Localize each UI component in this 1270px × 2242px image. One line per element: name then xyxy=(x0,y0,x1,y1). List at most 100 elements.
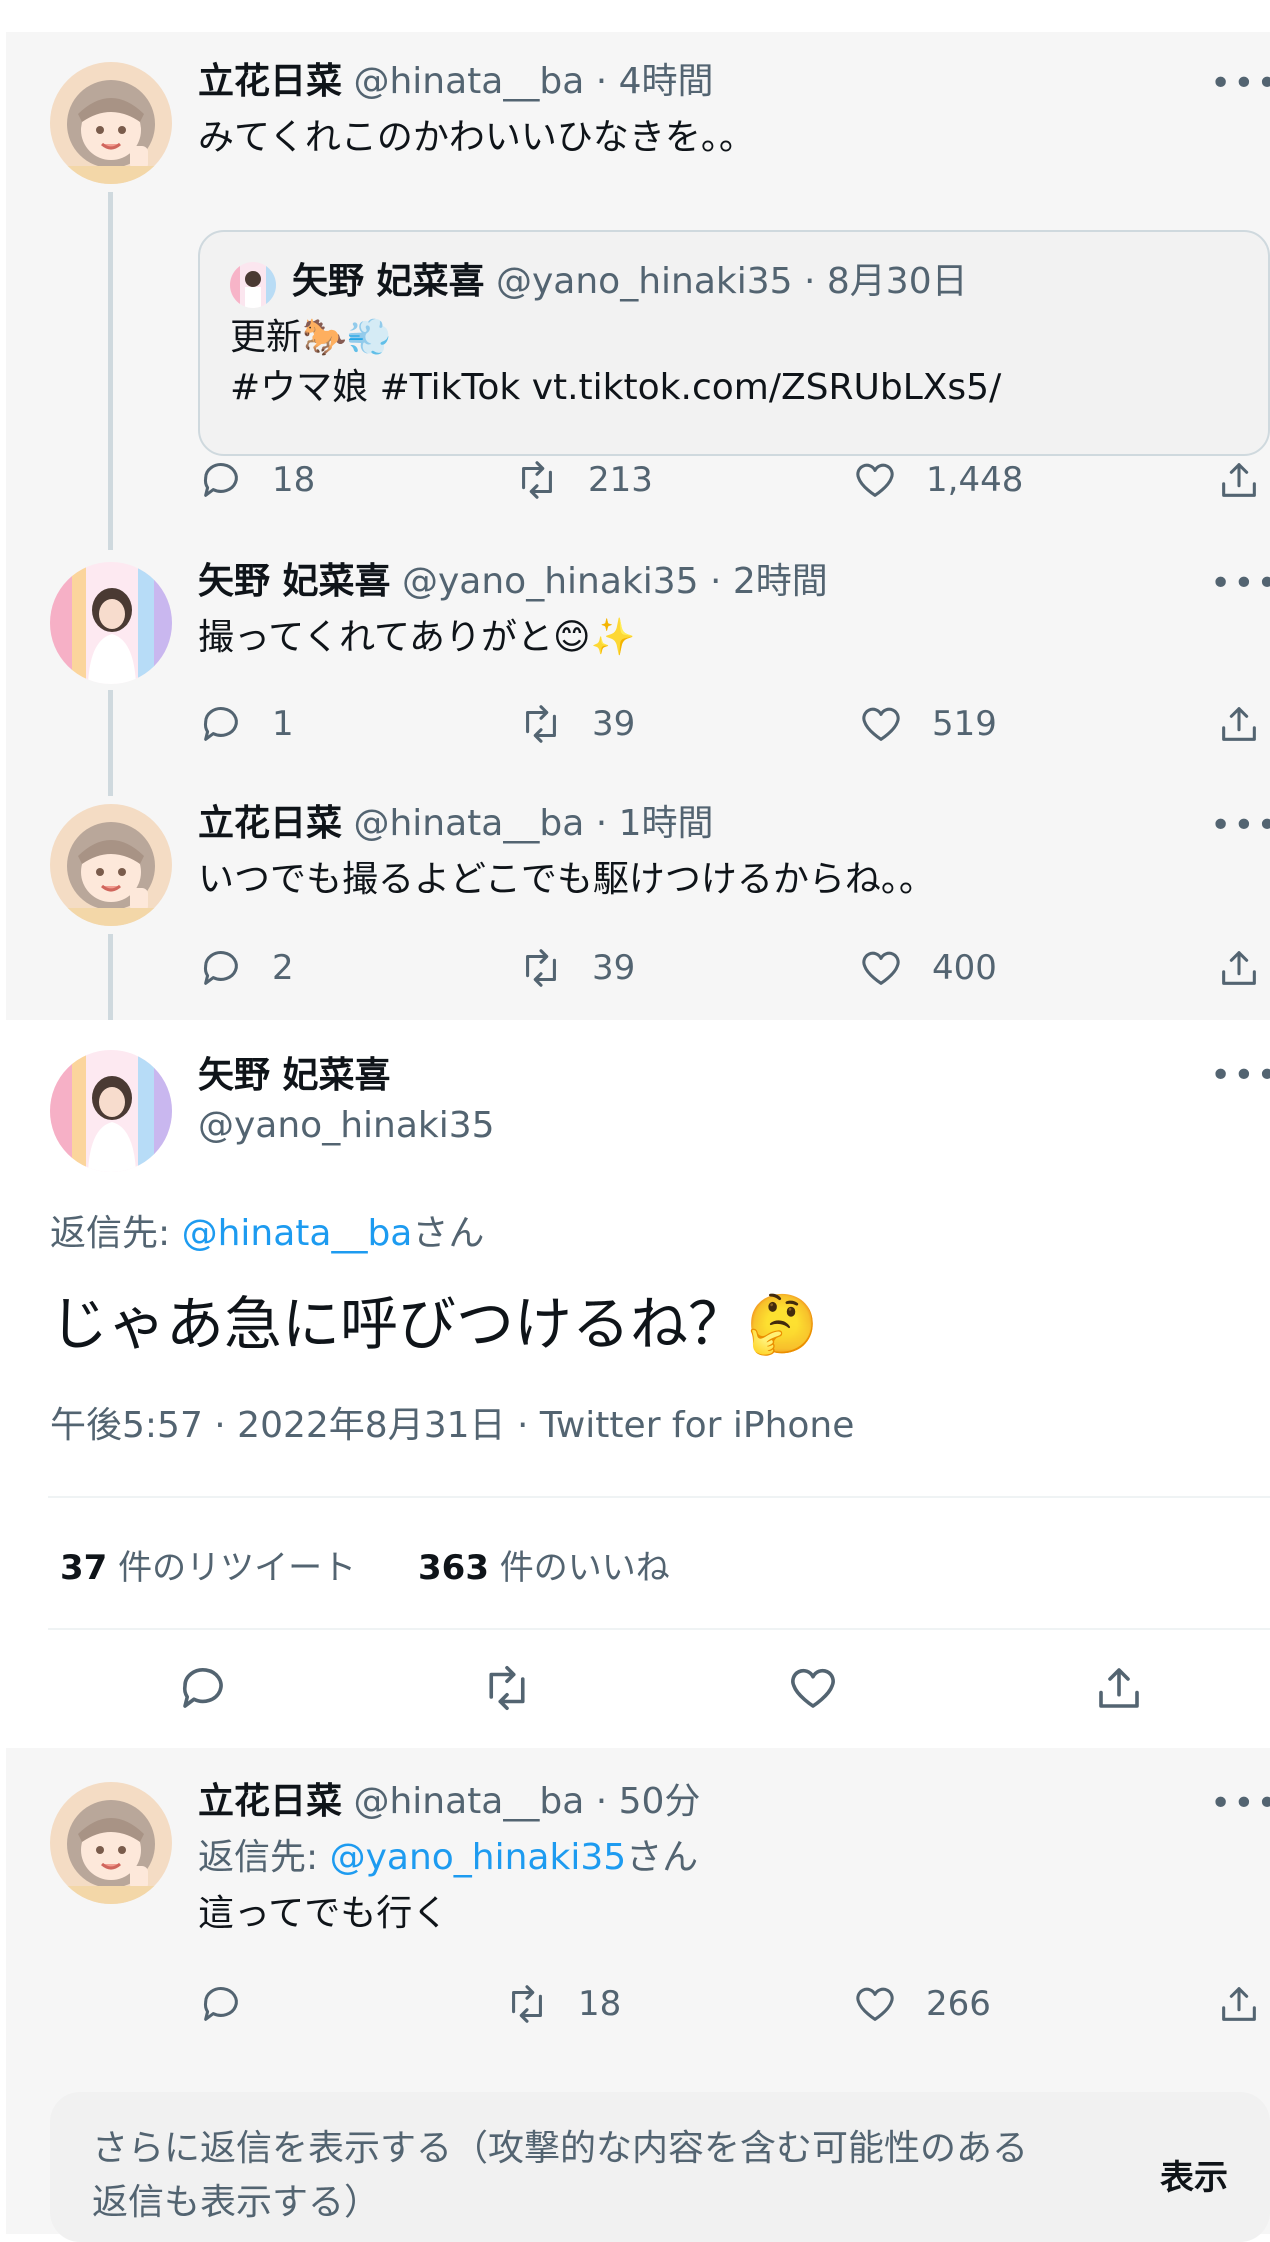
separator-dot: · xyxy=(698,561,733,602)
like-button[interactable]: 266 xyxy=(852,1974,991,2034)
reply-to-link[interactable]: @hinata__ba xyxy=(182,1213,413,1254)
retweet-icon xyxy=(526,705,556,743)
reply-to-suffix: さん xyxy=(626,1837,699,1878)
user-handle[interactable]: @hinata__ba xyxy=(353,803,584,844)
share-button[interactable] xyxy=(1216,938,1262,998)
retweet-icon xyxy=(526,949,556,987)
focused-tweet-text: じゃあ急に呼びつけるね？🤔 xyxy=(50,1290,819,1358)
reply-button[interactable] xyxy=(176,1658,230,1718)
avatar-hinata[interactable] xyxy=(50,1782,172,1904)
reply-button[interactable]: 18 xyxy=(198,450,315,510)
user-handle[interactable]: @yano_hinaki35 xyxy=(402,561,699,602)
retweet-stats-link[interactable]: 37 件のリツイート xyxy=(60,1546,356,1590)
more-options-button[interactable]: ••• xyxy=(1210,808,1270,852)
share-button[interactable] xyxy=(1216,450,1262,510)
reply-button[interactable] xyxy=(198,1974,272,2034)
focused-tweet: 矢野 妃菜喜 @yano_hinaki35 ••• 返信先: @hinata__… xyxy=(6,1020,1270,1748)
display-name[interactable]: 立花日菜 xyxy=(198,61,342,102)
avatar-illustration xyxy=(50,804,172,926)
retweet-button[interactable]: 39 xyxy=(518,694,635,754)
separator-dot: · xyxy=(584,61,619,102)
divider xyxy=(48,1628,1270,1630)
like-stats-link[interactable]: 363 件のいいね xyxy=(418,1546,670,1590)
avatar-hinata[interactable] xyxy=(50,804,172,926)
share-icon xyxy=(1222,707,1256,741)
quoted-handle: @yano_hinaki35 xyxy=(496,261,793,302)
divider xyxy=(48,1496,1270,1498)
heart-icon xyxy=(856,463,894,497)
heart-icon xyxy=(856,1987,894,2021)
display-name[interactable]: 立花日菜 xyxy=(198,803,342,844)
reply-count: 2 xyxy=(272,948,294,988)
reply-icon xyxy=(182,1668,223,1708)
avatar-yano[interactable] xyxy=(50,1050,172,1172)
tweet-text: いつでも撮るよどこでも駆けつけるからね。。 xyxy=(198,859,935,900)
tweet-text: みてくれこのかわいいひなきを。。 xyxy=(198,117,755,158)
quoted-timestamp: 8月30日 xyxy=(826,261,968,302)
more-options-button[interactable]: ••• xyxy=(1210,566,1270,610)
more-options-button[interactable]: ••• xyxy=(1210,66,1270,110)
quoted-tweet[interactable]: 矢野 妃菜喜 @yano_hinaki35 · 8月30日 更新🐎💨 #ウマ娘 … xyxy=(198,230,1270,456)
share-icon xyxy=(1099,1668,1139,1708)
tweet-header: 矢野 妃菜喜 @yano_hinaki35 · 2時間 xyxy=(198,560,828,604)
retweet-button[interactable]: 18 xyxy=(504,1974,621,2034)
timestamp[interactable]: 2時間 xyxy=(733,561,828,602)
reply-to-line: 返信先: @hinata__baさん xyxy=(50,1210,484,1258)
show-more-replies-line: さらに返信を表示する（攻撃的な内容を含む可能性のある xyxy=(92,2128,1029,2169)
avatar-illustration xyxy=(50,1782,172,1904)
reply-icon xyxy=(203,707,238,741)
show-button[interactable]: 表示 xyxy=(1160,2156,1228,2200)
like-button[interactable]: 400 xyxy=(858,938,997,998)
like-button[interactable] xyxy=(786,1658,840,1718)
like-stat-count: 363 xyxy=(418,1548,489,1588)
like-button[interactable]: 519 xyxy=(858,694,997,754)
tweet[interactable]: 立花日菜 @hinata__ba · 50分 ••• 返信先: @yano_hi… xyxy=(6,1756,1270,2056)
display-name[interactable]: 矢野 妃菜喜 xyxy=(198,561,391,602)
retweet-stat-label: 件のリツイート xyxy=(107,1548,357,1588)
display-name[interactable]: 矢野 妃菜喜 xyxy=(198,1054,391,1098)
tweet-actions: 18 213 1,448 xyxy=(6,450,1270,510)
avatar-hinata[interactable] xyxy=(50,62,172,184)
reply-icon xyxy=(203,463,238,497)
reply-button[interactable]: 1 xyxy=(198,694,294,754)
share-icon xyxy=(1222,951,1256,985)
retweet-button[interactable]: 213 xyxy=(514,450,653,510)
tweet[interactable]: 立花日菜 @hinata__ba · 1時間 ••• いつでも撮るよどこでも駆け… xyxy=(6,776,1270,1020)
tweet-text: 這ってでも行く xyxy=(198,1893,449,1934)
separator-dot: · xyxy=(584,1781,619,1822)
share-button[interactable] xyxy=(1216,1974,1262,2034)
display-name[interactable]: 立花日菜 xyxy=(198,1781,342,1822)
tweet[interactable]: 矢野 妃菜喜 @yano_hinaki35 · 2時間 ••• 撮ってくれてあり… xyxy=(6,532,1270,776)
like-count: 400 xyxy=(932,948,997,988)
share-button[interactable] xyxy=(1216,694,1262,754)
reply-icon xyxy=(203,1987,238,2021)
tweet-actions: 1 39 519 xyxy=(6,694,1270,754)
retweet-count: 213 xyxy=(588,460,653,500)
show-more-replies[interactable]: さらに返信を表示する（攻撃的な内容を含む可能性のある 返信も表示する） 表示 xyxy=(50,2092,1270,2242)
tweet-metadata[interactable]: 午後5:57 · 2022年8月31日 · Twitter for iPhone xyxy=(50,1402,854,1450)
more-options-button[interactable]: ••• xyxy=(1210,1786,1270,1830)
retweet-icon xyxy=(512,1985,542,2023)
like-button[interactable]: 1,448 xyxy=(852,450,1023,510)
share-button[interactable] xyxy=(1092,1658,1146,1718)
avatar-photo xyxy=(50,562,172,684)
tweet[interactable]: 立花日菜 @hinata__ba · 4時間 ••• みてくれこのかわいいひなき… xyxy=(6,32,1270,532)
user-handle[interactable]: @yano_hinaki35 xyxy=(198,1104,495,1148)
share-icon xyxy=(1222,463,1256,497)
reply-button[interactable]: 2 xyxy=(198,938,294,998)
timestamp[interactable]: 4時間 xyxy=(619,61,714,102)
timestamp[interactable]: 50分 xyxy=(619,1781,701,1822)
avatar-yano[interactable] xyxy=(50,562,172,684)
reply-to-link[interactable]: @yano_hinaki35 xyxy=(330,1837,627,1878)
reply-count: 18 xyxy=(272,460,316,500)
user-handle[interactable]: @hinata__ba xyxy=(353,1781,584,1822)
retweet-count: 18 xyxy=(578,1984,622,2024)
avatar-photo xyxy=(50,1050,172,1172)
top-spacer xyxy=(6,0,1270,32)
retweet-button[interactable]: 39 xyxy=(518,938,635,998)
quoted-text-line: 更新🐎💨 xyxy=(230,317,392,358)
timestamp[interactable]: 1時間 xyxy=(619,803,714,844)
user-handle[interactable]: @hinata__ba xyxy=(353,61,584,102)
retweet-button[interactable] xyxy=(480,1658,534,1718)
more-options-button[interactable]: ••• xyxy=(1210,1058,1270,1102)
